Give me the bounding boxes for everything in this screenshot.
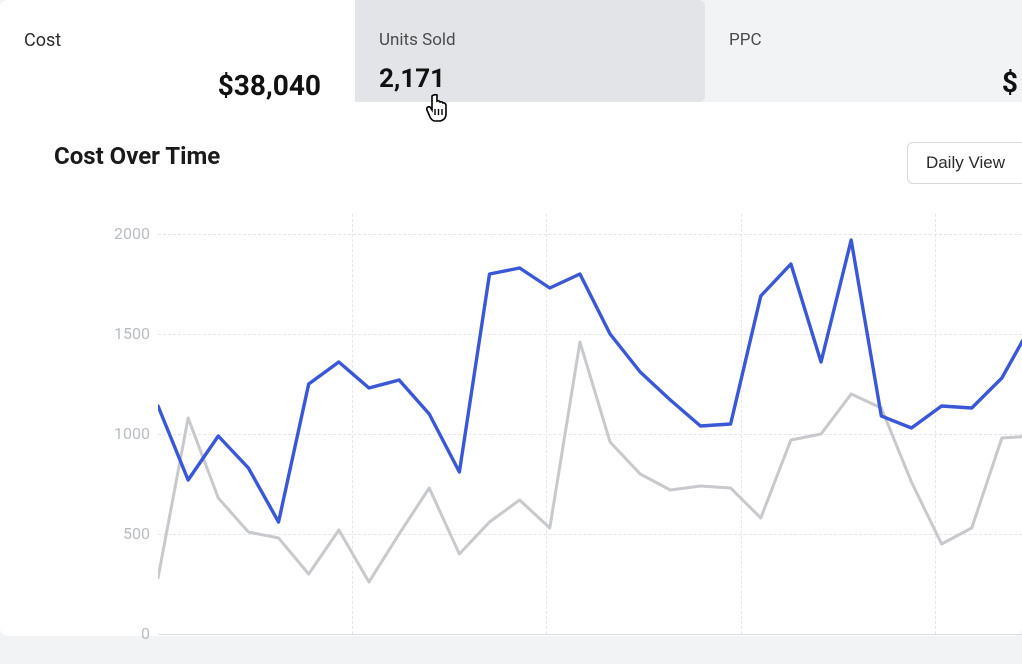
tab-cost-value: $38,040 bbox=[24, 69, 331, 102]
pointer-cursor-icon bbox=[422, 92, 454, 128]
tab-ppc-label: PPC bbox=[729, 30, 998, 50]
y-axis-tick-label: 0 bbox=[90, 624, 150, 643]
y-axis-tick-label: 1500 bbox=[90, 324, 150, 343]
y-axis-tick-label: 1000 bbox=[90, 424, 150, 443]
tab-ppc-value-truncated: $ bbox=[1002, 66, 1018, 99]
y-axis-tick-label: 500 bbox=[90, 524, 150, 543]
metric-tabs: Cost $38,040 Units Sold 2,171 PPC $ bbox=[0, 0, 1022, 102]
tab-cost[interactable]: Cost $38,040 bbox=[0, 0, 355, 102]
chart-header: Cost Over Time bbox=[10, 142, 1022, 170]
chart-svg bbox=[158, 204, 1022, 644]
y-axis-tick-label: 2000 bbox=[90, 224, 150, 243]
tab-units-sold[interactable]: Units Sold 2,171 bbox=[355, 0, 705, 102]
tab-ppc[interactable]: PPC $ bbox=[705, 0, 1022, 102]
tab-units-label: Units Sold bbox=[379, 30, 681, 50]
chart-series-current bbox=[158, 240, 1022, 522]
view-granularity-button[interactable]: Daily View bbox=[907, 142, 1022, 184]
tab-units-value: 2,171 bbox=[379, 64, 681, 94]
chart-area: 0 500 1000 1500 2000 bbox=[10, 204, 1022, 664]
tab-cost-label: Cost bbox=[24, 30, 331, 51]
chart-title: Cost Over Time bbox=[54, 142, 220, 170]
chart-panel: Cost Over Time Daily View 05001000150020… bbox=[0, 102, 1022, 636]
chart-series-previous bbox=[158, 342, 1022, 582]
